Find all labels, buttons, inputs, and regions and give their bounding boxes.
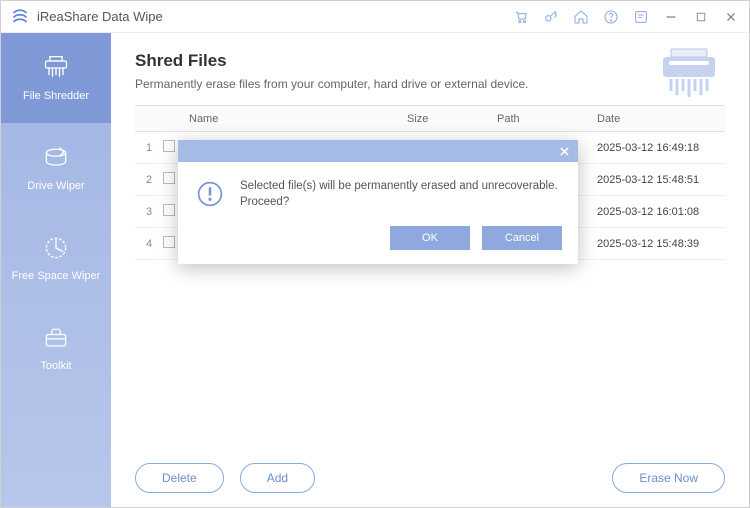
erase-now-button[interactable]: Erase Now xyxy=(612,463,725,493)
page-title: Shred Files xyxy=(135,51,725,71)
feedback-icon[interactable] xyxy=(633,9,649,25)
row-checkbox[interactable] xyxy=(163,140,175,152)
cart-icon[interactable] xyxy=(513,9,529,25)
sidebar-item-file-shredder[interactable]: File Shredder xyxy=(1,33,111,123)
toolkit-icon xyxy=(42,324,70,352)
confirm-dialog: Selected file(s) will be permanently era… xyxy=(178,140,578,264)
row-checkbox[interactable] xyxy=(163,172,175,184)
page-subtitle: Permanently erase files from your comput… xyxy=(135,77,725,91)
sidebar-item-drive-wiper[interactable]: Drive Wiper xyxy=(1,123,111,213)
shredder-icon xyxy=(42,54,70,82)
app-logo-icon xyxy=(11,8,29,26)
dialog-cancel-button[interactable]: Cancel xyxy=(482,226,562,250)
titlebar: iReaShare Data Wipe xyxy=(1,1,749,33)
table-header: Name Size Path Date xyxy=(135,106,725,132)
main-content: Shred Files Permanently erase files from… xyxy=(111,33,749,507)
close-button[interactable] xyxy=(723,9,739,25)
col-header-path[interactable]: Path xyxy=(497,113,597,125)
sidebar-item-label: File Shredder xyxy=(23,90,89,102)
dialog-message: Selected file(s) will be permanently era… xyxy=(240,178,560,210)
sidebar-item-label: Free Space Wiper xyxy=(12,270,101,282)
dialog-close-icon[interactable] xyxy=(556,143,572,159)
row-checkbox[interactable] xyxy=(163,204,175,216)
add-button[interactable]: Add xyxy=(240,463,315,493)
sidebar-item-label: Drive Wiper xyxy=(27,180,84,192)
home-icon[interactable] xyxy=(573,9,589,25)
shredder-illustration-icon xyxy=(657,47,721,103)
delete-button[interactable]: Delete xyxy=(135,463,224,493)
key-icon[interactable] xyxy=(543,9,559,25)
sidebar: File Shredder Drive Wiper Free Space Wip… xyxy=(1,33,111,507)
sidebar-item-toolkit[interactable]: Toolkit xyxy=(1,303,111,393)
row-checkbox[interactable] xyxy=(163,236,175,248)
help-icon[interactable] xyxy=(603,9,619,25)
col-header-name[interactable]: Name xyxy=(185,113,407,125)
footer-actions: Delete Add Erase Now xyxy=(135,451,725,493)
col-header-date[interactable]: Date xyxy=(597,113,725,125)
drive-wiper-icon xyxy=(42,144,70,172)
app-title: iReaShare Data Wipe xyxy=(37,9,163,24)
maximize-button[interactable] xyxy=(693,9,709,25)
dialog-header xyxy=(178,140,578,162)
warning-icon xyxy=(196,180,224,208)
minimize-button[interactable] xyxy=(663,9,679,25)
sidebar-item-free-space-wiper[interactable]: Free Space Wiper xyxy=(1,213,111,303)
col-header-size[interactable]: Size xyxy=(407,113,497,125)
free-space-icon xyxy=(42,234,70,262)
sidebar-item-label: Toolkit xyxy=(40,360,71,372)
dialog-ok-button[interactable]: OK xyxy=(390,226,470,250)
